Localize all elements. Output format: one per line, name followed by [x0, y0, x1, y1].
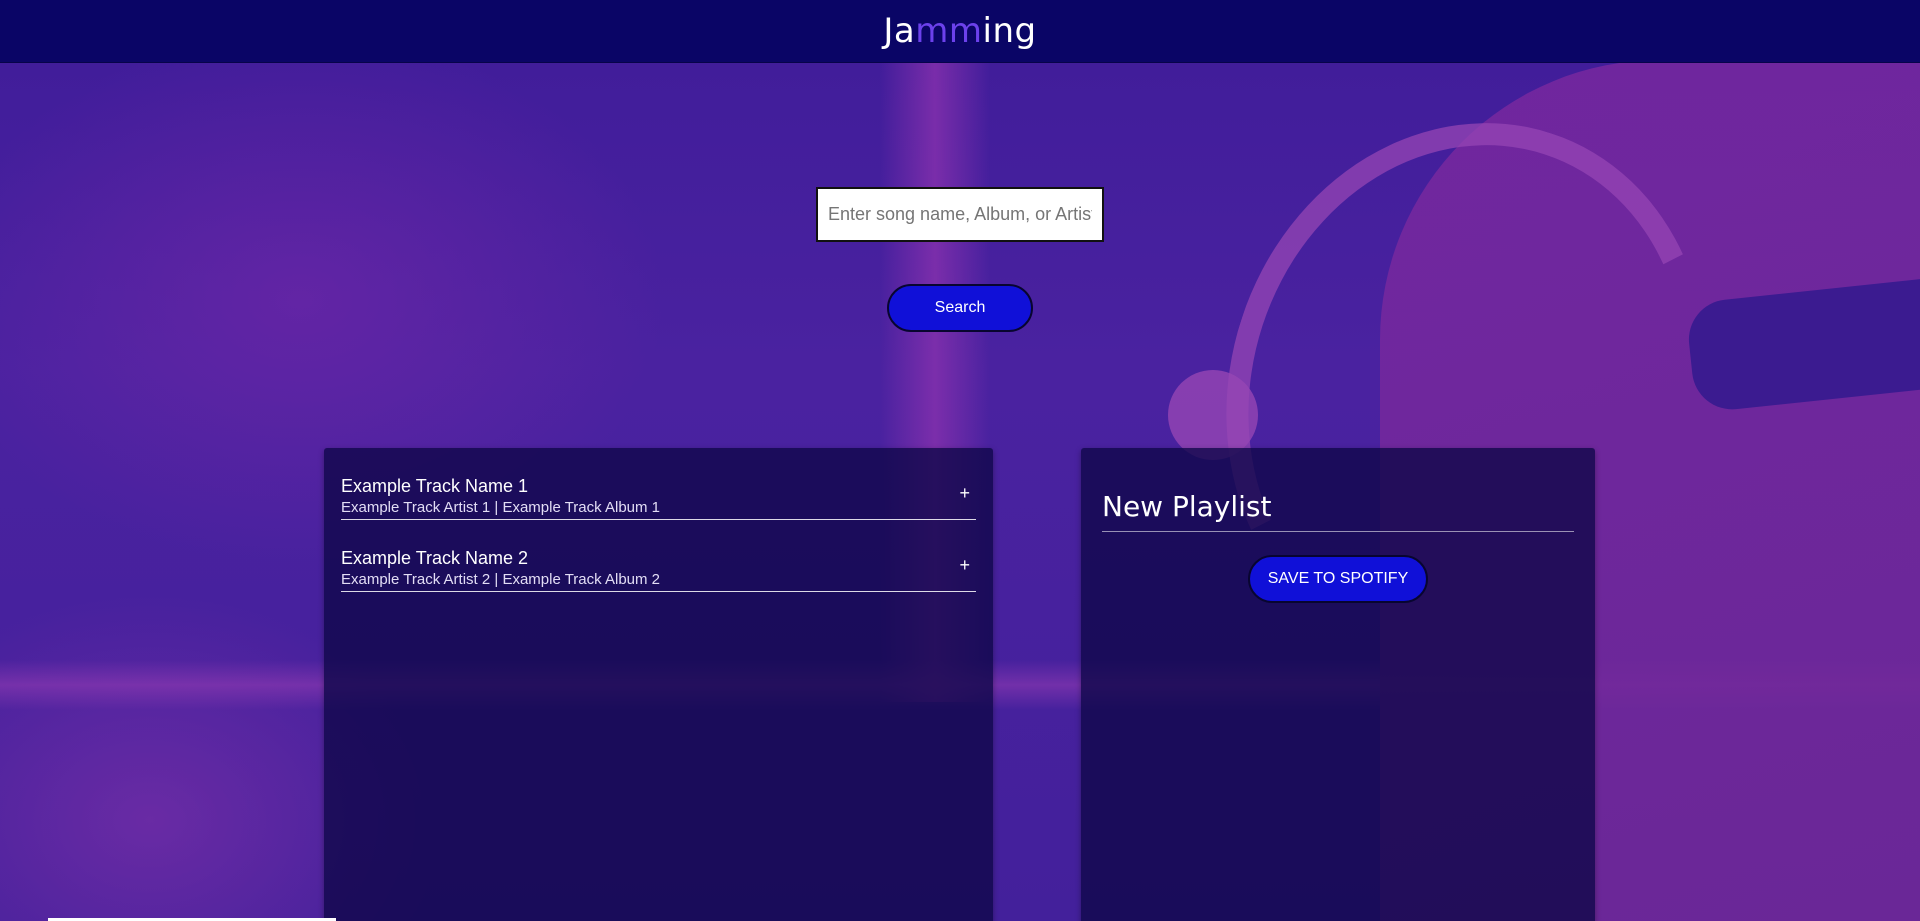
app-logo: Jamming — [883, 11, 1036, 51]
search-input[interactable] — [816, 187, 1104, 242]
track-name: Example Track Name 2 — [341, 548, 529, 568]
logo-highlight: mm — [915, 11, 983, 51]
track-meta: Example Track Artist 1 | Example Track A… — [341, 499, 661, 516]
plus-icon[interactable]: + — [959, 484, 970, 502]
track-name: Example Track Name 1 — [341, 476, 529, 496]
logo-suffix: ing — [982, 11, 1037, 51]
track-item: Example Track Name 1 Example Track Artis… — [341, 448, 976, 520]
playlist-panel: New Playlist SAVE TO SPOTIFY — [1081, 448, 1595, 921]
search-results-panel: Example Track Name 1 Example Track Artis… — [324, 448, 993, 921]
logo-prefix: Ja — [883, 11, 916, 51]
background-headphone-ear — [1168, 370, 1258, 460]
save-to-spotify-button[interactable]: SAVE TO SPOTIFY — [1248, 555, 1428, 603]
track-item: Example Track Name 2 Example Track Artis… — [341, 520, 976, 592]
track-meta: Example Track Artist 2 | Example Track A… — [341, 571, 661, 588]
plus-icon[interactable]: + — [959, 556, 970, 574]
playlist-title-input[interactable]: New Playlist — [1102, 490, 1574, 532]
search-button[interactable]: Search — [887, 284, 1033, 332]
app-header: Jamming — [0, 0, 1920, 63]
track-list: Example Track Name 1 Example Track Artis… — [324, 448, 993, 592]
